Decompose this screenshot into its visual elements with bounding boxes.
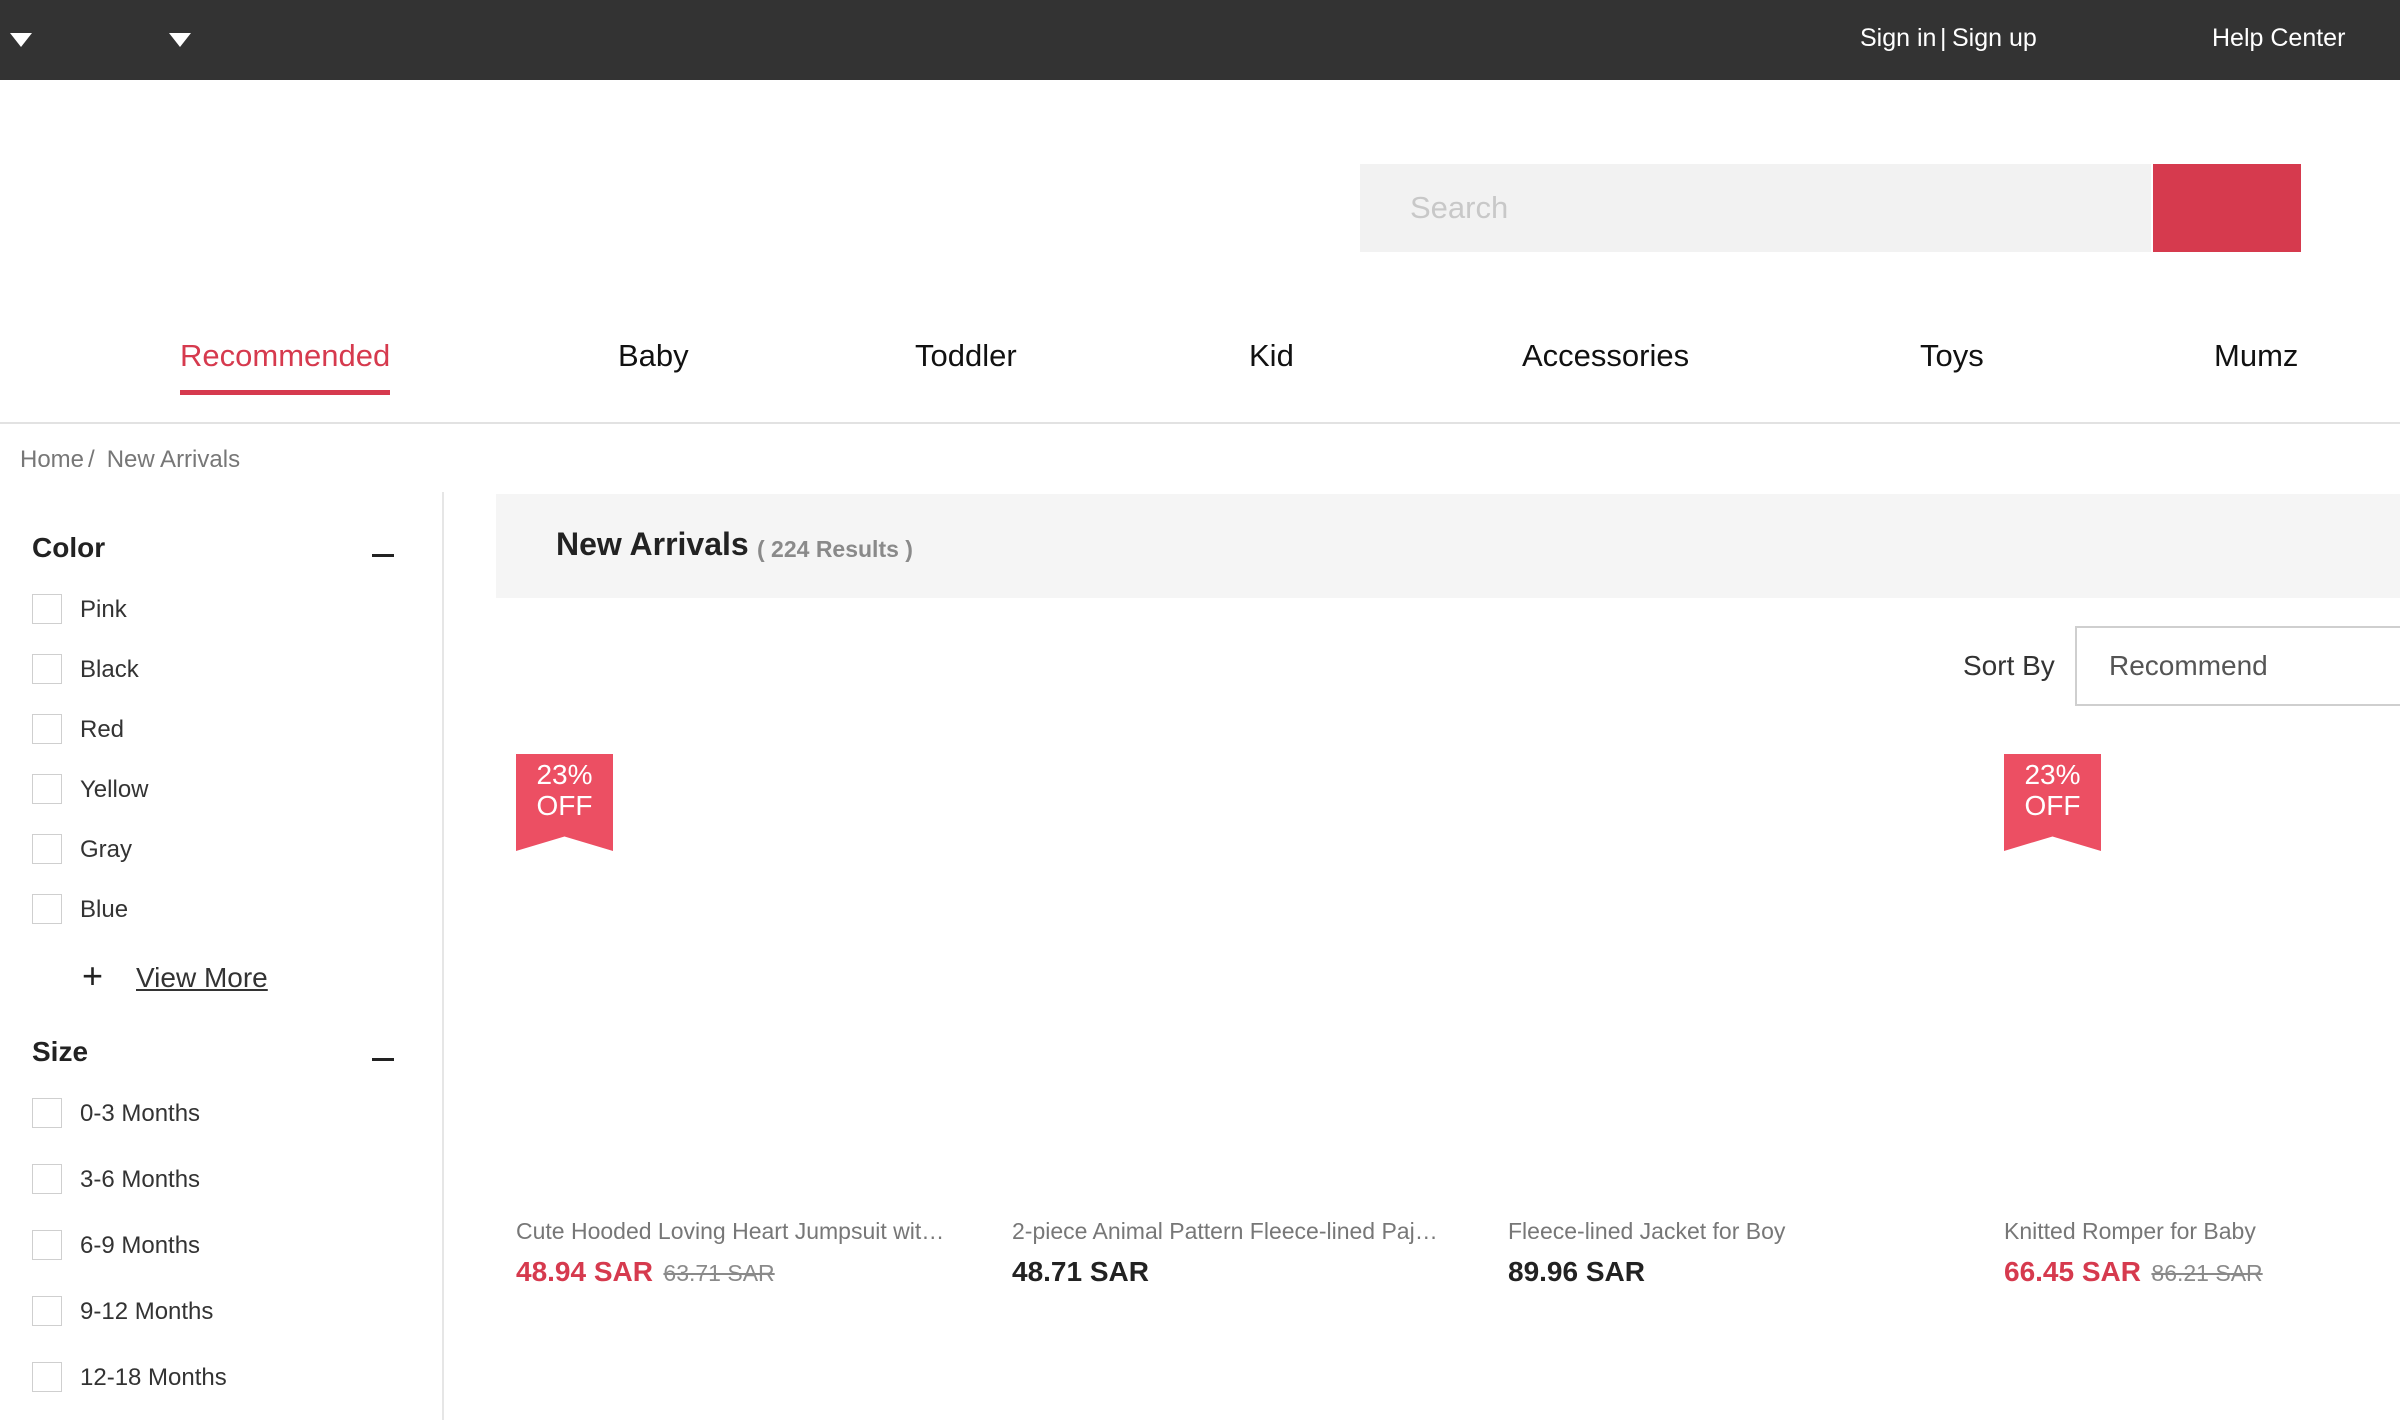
product-card[interactable]: 23% OFF Knitted Romper for Baby 66.45 SA…	[2004, 754, 2394, 1294]
color-option-label: Blue	[80, 896, 129, 923]
breadcrumb-home[interactable]: Home	[20, 446, 84, 473]
discount-percent: 23%	[536, 759, 593, 790]
sort-selected-value: Recommend	[2109, 650, 2268, 681]
results-header: New Arrivals ( 224 Results )	[496, 494, 2400, 598]
checkbox[interactable]	[32, 1098, 62, 1128]
discount-badge: 23% OFF	[516, 754, 613, 851]
top-bar: Sign in | Sign up Help Center	[0, 0, 2400, 80]
filter-sidebar: Color Pink Black Red Yellow Gray Blue + …	[0, 492, 444, 1420]
product-name[interactable]: Fleece-lined Jacket for Boy	[1508, 1218, 1958, 1245]
checkbox[interactable]	[32, 654, 62, 684]
color-option-label: Pink	[80, 596, 127, 623]
product-card[interactable]: 2-piece Animal Pattern Fleece-lined Paj……	[1012, 754, 1462, 1294]
nav-baby[interactable]: Baby	[618, 338, 689, 374]
size-option-label: 9-12 Months	[80, 1298, 214, 1325]
product-price: 48.71 SAR	[1012, 1256, 1149, 1287]
original-price: 86.21 SAR	[2151, 1260, 2263, 1286]
discount-off: OFF	[2024, 790, 2081, 821]
color-filter-title: Color	[32, 532, 106, 563]
signin-link[interactable]: Sign in	[1860, 24, 1936, 53]
plus-icon: +	[82, 955, 104, 996]
sort-label: Sort By	[1963, 650, 2055, 681]
color-option-label: Red	[80, 716, 125, 743]
checkbox[interactable]	[32, 1230, 62, 1260]
size-option-label: 0-3 Months	[80, 1100, 201, 1127]
product-price: 48.94 SAR	[516, 1256, 653, 1287]
results-title: New Arrivals	[556, 526, 749, 562]
product-card[interactable]: Fleece-lined Jacket for Boy 89.96 SAR	[1508, 754, 1958, 1294]
checkbox[interactable]	[32, 1296, 62, 1326]
size-option-label: 12-18 Months	[80, 1364, 227, 1391]
product-name[interactable]: Knitted Romper for Baby	[2004, 1218, 2394, 1245]
view-more-link[interactable]: View More	[136, 962, 268, 994]
discount-badge: 23% OFF	[2004, 754, 2101, 851]
breadcrumb: Home / New Arrivals	[20, 446, 240, 474]
discount-off: OFF	[536, 790, 593, 821]
price-row: 48.71 SAR	[1012, 1256, 1149, 1288]
checkbox[interactable]	[32, 1362, 62, 1392]
checkbox[interactable]	[32, 594, 62, 624]
signup-link[interactable]: Sign up	[1952, 24, 2037, 53]
color-option-label: Black	[80, 656, 139, 683]
price-row: 89.96 SAR	[1508, 1256, 1645, 1288]
nav-toys[interactable]: Toys	[1920, 338, 1984, 374]
results-count: ( 224 Results )	[757, 536, 913, 562]
checkbox[interactable]	[32, 834, 62, 864]
checkbox[interactable]	[32, 1164, 62, 1194]
breadcrumb-current: New Arrivals	[106, 446, 241, 473]
color-option-label: Yellow	[80, 776, 149, 803]
size-option-label: 3-6 Months	[80, 1166, 201, 1193]
nav-mumz[interactable]: Mumz	[2214, 338, 2298, 374]
size-option-label: 6-9 Months	[80, 1232, 201, 1259]
nav-toddler[interactable]: Toddler	[915, 338, 1017, 374]
nav-recommended[interactable]: Recommended	[180, 338, 391, 395]
product-name[interactable]: 2-piece Animal Pattern Fleece-lined Paj…	[1012, 1218, 1462, 1245]
checkbox[interactable]	[32, 714, 62, 744]
category-nav: Recommended Baby Toddler Kid Accessories…	[0, 330, 2400, 424]
auth-divider: |	[1940, 24, 1947, 52]
product-name[interactable]: Cute Hooded Loving Heart Jumpsuit wit…	[516, 1218, 966, 1245]
language-dropdown-icon[interactable]	[10, 33, 32, 47]
help-center-link[interactable]: Help Center	[2212, 24, 2345, 53]
currency-dropdown-icon[interactable]	[169, 33, 191, 47]
color-option-label: Gray	[80, 836, 133, 863]
price-row: 66.45 SAR 86.21 SAR	[2004, 1256, 2263, 1288]
sort-select[interactable]: Recommend	[2075, 626, 2400, 706]
checkbox[interactable]	[32, 894, 62, 924]
original-price: 63.71 SAR	[663, 1260, 775, 1286]
checkbox[interactable]	[32, 774, 62, 804]
nav-kid[interactable]: Kid	[1249, 338, 1294, 374]
search-input[interactable]	[1360, 164, 2151, 252]
search-bar	[1360, 164, 2301, 252]
breadcrumb-separator: /	[88, 446, 95, 473]
nav-accessories[interactable]: Accessories	[1522, 338, 1689, 374]
product-price: 66.45 SAR	[2004, 1256, 2141, 1287]
product-price: 89.96 SAR	[1508, 1256, 1645, 1287]
search-button[interactable]	[2153, 164, 2301, 252]
discount-percent: 23%	[2024, 759, 2081, 790]
size-filter-title: Size	[32, 1036, 89, 1067]
price-row: 48.94 SAR 63.71 SAR	[516, 1256, 775, 1288]
collapse-color-icon[interactable]	[372, 554, 394, 557]
product-card[interactable]: 23% OFF Cute Hooded Loving Heart Jumpsui…	[516, 754, 966, 1294]
collapse-size-icon[interactable]	[372, 1058, 394, 1061]
